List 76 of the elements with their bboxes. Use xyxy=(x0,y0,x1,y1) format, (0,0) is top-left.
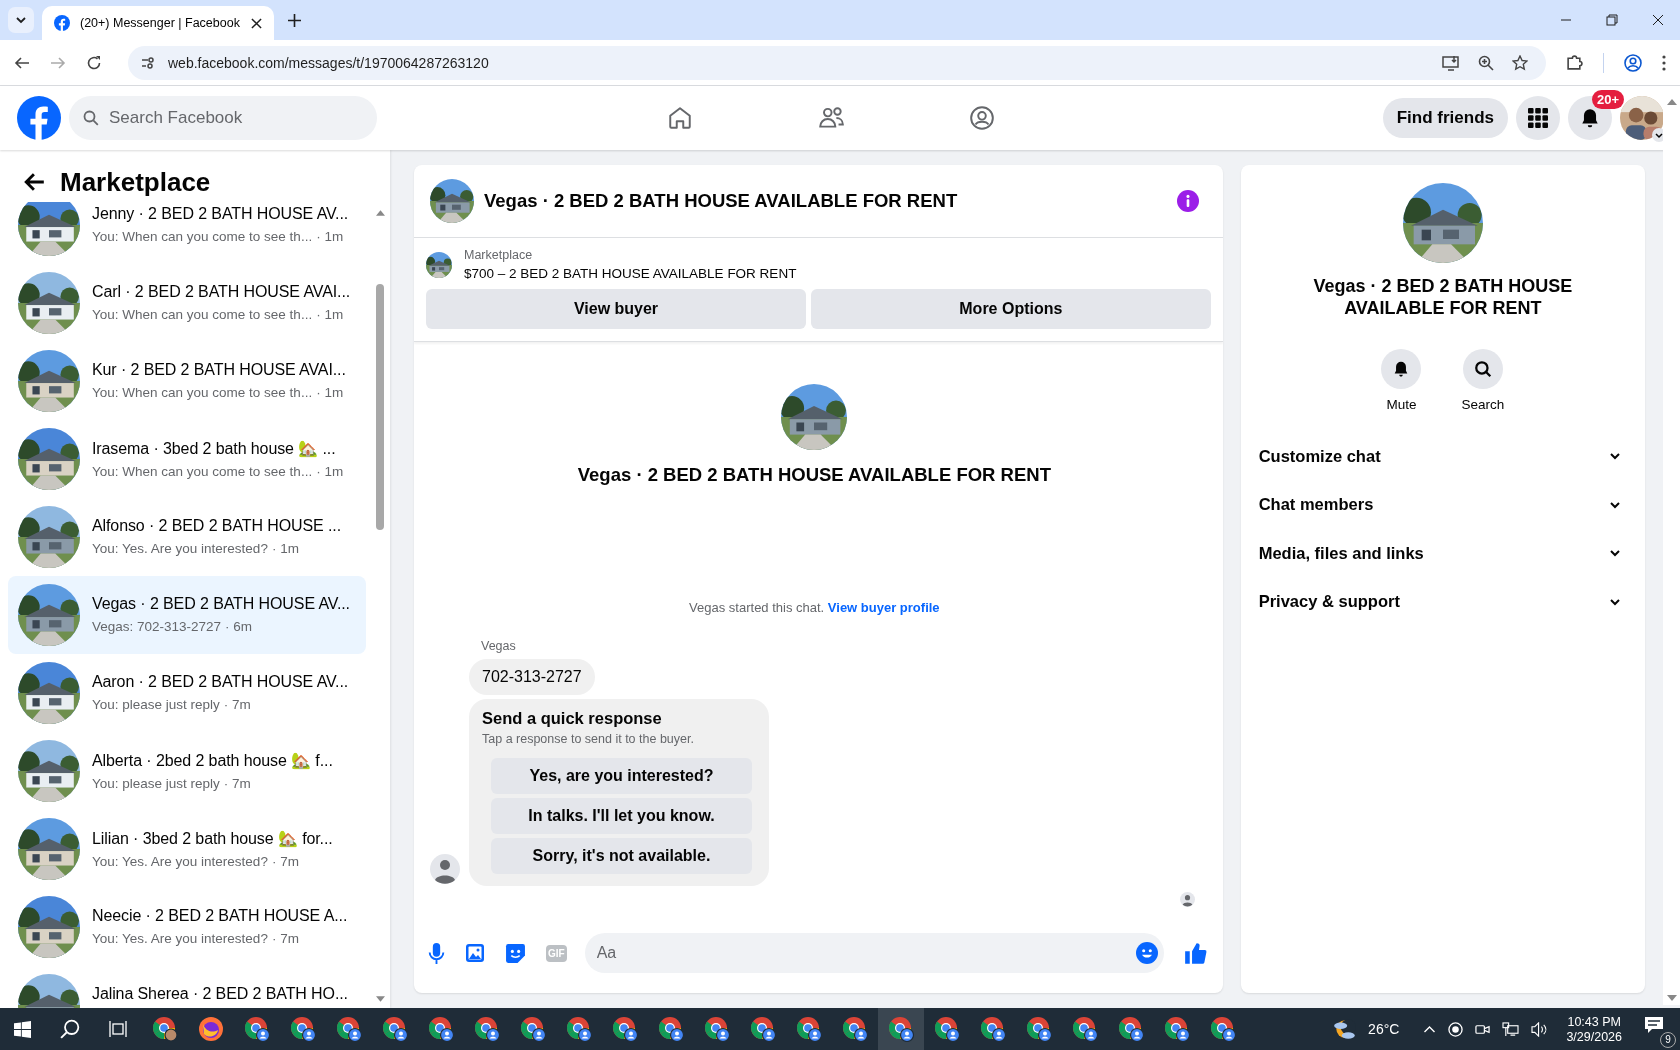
conversation-preview: Vegas: 702-313-2727 xyxy=(92,619,222,635)
conversation-item[interactable]: Alberta · 2bed 2 bath house 🏡 f... You: please just reply · 7m xyxy=(8,732,366,810)
message-bubble: 702-313-2727 xyxy=(469,659,595,695)
listing-title[interactable]: $700 – 2 BED 2 BATH HOUSE AVAILABLE FOR RENT xyxy=(464,266,797,281)
details-section[interactable]: Privacy & support xyxy=(1248,577,1638,626)
details-section[interactable]: Media, files and links xyxy=(1248,529,1638,578)
system-message: Vegas started this chat. View buyer profile xyxy=(688,600,941,615)
conversation-preview: You: When can you come to see th... xyxy=(92,463,313,480)
conversation-item[interactable]: Vegas · 2 BED 2 BATH HOUSE AV... Vegas: 702-313-2727 · 6m xyxy=(8,576,366,654)
action-label: Search xyxy=(1461,397,1505,412)
conversation-preview: You: Yes. Are you interested? xyxy=(92,541,268,557)
conversation-item[interactable]: Aaron · 2 BED 2 BATH HOUSE AV... You: please just reply · 7m xyxy=(8,654,366,732)
listing-source: Marketplace xyxy=(464,248,534,262)
conversation-time: · 6m xyxy=(225,619,253,635)
details-section[interactable]: Chat members xyxy=(1248,480,1638,529)
conversation-time: · 1m xyxy=(316,463,344,480)
sidebar-title: Marketplace xyxy=(60,166,211,198)
conversation-time: · 1m xyxy=(316,385,344,401)
address-bar[interactable]: web.facebook.com/messages/t/1970064287263120 xyxy=(128,45,1546,80)
conversation-item[interactable]: Lilian · 3bed 2 bath house 🏡 for... You: Yes. Are you interested? · 7m xyxy=(8,810,366,888)
conversation-title: Vegas · 2 BED 2 BATH HOUSE AV... xyxy=(92,595,350,613)
details-title: Vegas · 2 BED 2 BATH HOUSE AVAILABLE FOR RENT xyxy=(1312,275,1574,319)
url-text: web.facebook.com/messages/t/1970064287263120 xyxy=(168,54,489,71)
conversation-title: Alfonso · 2 BED 2 BATH HOUSE ... xyxy=(92,517,342,535)
conversation-title: Carl · 2 BED 2 BATH HOUSE AVAI... xyxy=(92,283,351,301)
find-friends-button[interactable]: Find friends xyxy=(1382,98,1508,138)
quick-response-subtitle: Tap a response to send it to the buyer. xyxy=(482,732,695,746)
action-label: Mute xyxy=(1386,397,1417,412)
temperature[interactable]: 26°C xyxy=(1368,1021,1400,1037)
clock-time[interactable]: 10:43 PM xyxy=(1567,1014,1621,1029)
clock-date[interactable]: 3/29/2026 xyxy=(1566,1029,1622,1044)
search-input[interactable]: Search Facebook xyxy=(109,96,359,140)
conversation-item[interactable]: Alfonso · 2 BED 2 BATH HOUSE ... You: Yes. Are you interested? · 1m xyxy=(8,498,366,576)
conversation-time: · 1m xyxy=(316,307,344,323)
sender-name: Vegas xyxy=(480,639,516,653)
notification-badge: 20+ xyxy=(1592,90,1625,109)
conversation-time: · 1m xyxy=(271,541,299,557)
conversation-title: Neecie · 2 BED 2 BATH HOUSE A... xyxy=(92,907,348,925)
conversation-time: · 1m xyxy=(316,229,344,245)
conversation-preview: You: When can you come to see th... xyxy=(92,307,313,323)
conversation-item[interactable]: Jenny · 2 BED 2 BATH HOUSE AV... You: When can you come to see th... · 1m xyxy=(8,202,366,264)
quick-response-button[interactable]: Yes, are you interested? xyxy=(491,758,752,794)
conversation-title: Alberta · 2bed 2 bath house 🏡 f... xyxy=(92,750,333,770)
conversation-preview: You: Yes. Are you interested? xyxy=(92,853,268,870)
conversation-preview: You: When can you come to see th... xyxy=(92,385,313,401)
listing-button[interactable]: View buyer xyxy=(426,289,806,329)
conversation-preview: You: please just reply xyxy=(92,775,220,792)
conversation-title: Lilian · 3bed 2 bath house 🏡 for... xyxy=(92,828,333,848)
tab-title: (20+) Messenger | Facebook xyxy=(80,16,241,30)
listing-button[interactable]: More Options xyxy=(811,289,1211,329)
buyer-profile-link[interactable]: View buyer profile xyxy=(827,600,940,615)
conversation-title: Jenny · 2 BED 2 BATH HOUSE AV... xyxy=(92,205,349,223)
conversation-time: · 7m xyxy=(271,931,299,947)
details-section[interactable]: Customize chat xyxy=(1248,432,1638,481)
conversation-time: · 7m xyxy=(223,697,251,713)
notification-count: 9 xyxy=(1660,1032,1676,1048)
conversation-preview: You: When can you come to see th... xyxy=(92,229,313,245)
conversation-preview: You: Yes. Are you interested? xyxy=(92,931,268,947)
conversation-time: · 7m xyxy=(223,775,251,792)
quick-response-title: Send a quick response xyxy=(482,709,663,728)
conversation-title: Aaron · 2 BED 2 BATH HOUSE AV... xyxy=(92,673,349,691)
quick-response-button[interactable]: Sorry, it's not available. xyxy=(491,838,752,874)
conversation-item[interactable]: Kur · 2 BED 2 BATH HOUSE AVAI... You: When can you come to see th... · 1m xyxy=(8,342,366,420)
conversation-item[interactable]: Carl · 2 BED 2 BATH HOUSE AVAI... You: When can you come to see th... · 1m xyxy=(8,264,366,342)
quick-response-button[interactable]: In talks. I'll let you know. xyxy=(491,798,752,834)
conversation-title: Irasema · 3bed 2 bath house 🏡 ... xyxy=(92,438,337,458)
chat-title[interactable]: Vegas · 2 BED 2 BATH HOUSE AVAILABLE FOR RENT xyxy=(484,190,958,212)
conversation-time: · 7m xyxy=(271,853,299,870)
conversation-title: Jalina Sherea · 2 BED 2 BATH HO... xyxy=(92,985,348,1003)
conversation-preview: You: please just reply xyxy=(92,697,220,713)
conversation-item[interactable]: Neecie · 2 BED 2 BATH HOUSE A... You: Yes. Are you interested? · 7m xyxy=(8,888,366,966)
conversation-title: Kur · 2 BED 2 BATH HOUSE AVAI... xyxy=(92,361,346,379)
conversation-item[interactable]: Irasema · 3bed 2 bath house 🏡 ... You: When can you come to see th... · 1m xyxy=(8,420,366,498)
browser-tab[interactable]: (20+) Messenger | Facebook xyxy=(42,6,274,40)
conversation-heading: Vegas · 2 BED 2 BATH HOUSE AVAILABLE FOR RENT xyxy=(577,464,1051,486)
search-field[interactable]: Search Facebook xyxy=(69,96,377,140)
